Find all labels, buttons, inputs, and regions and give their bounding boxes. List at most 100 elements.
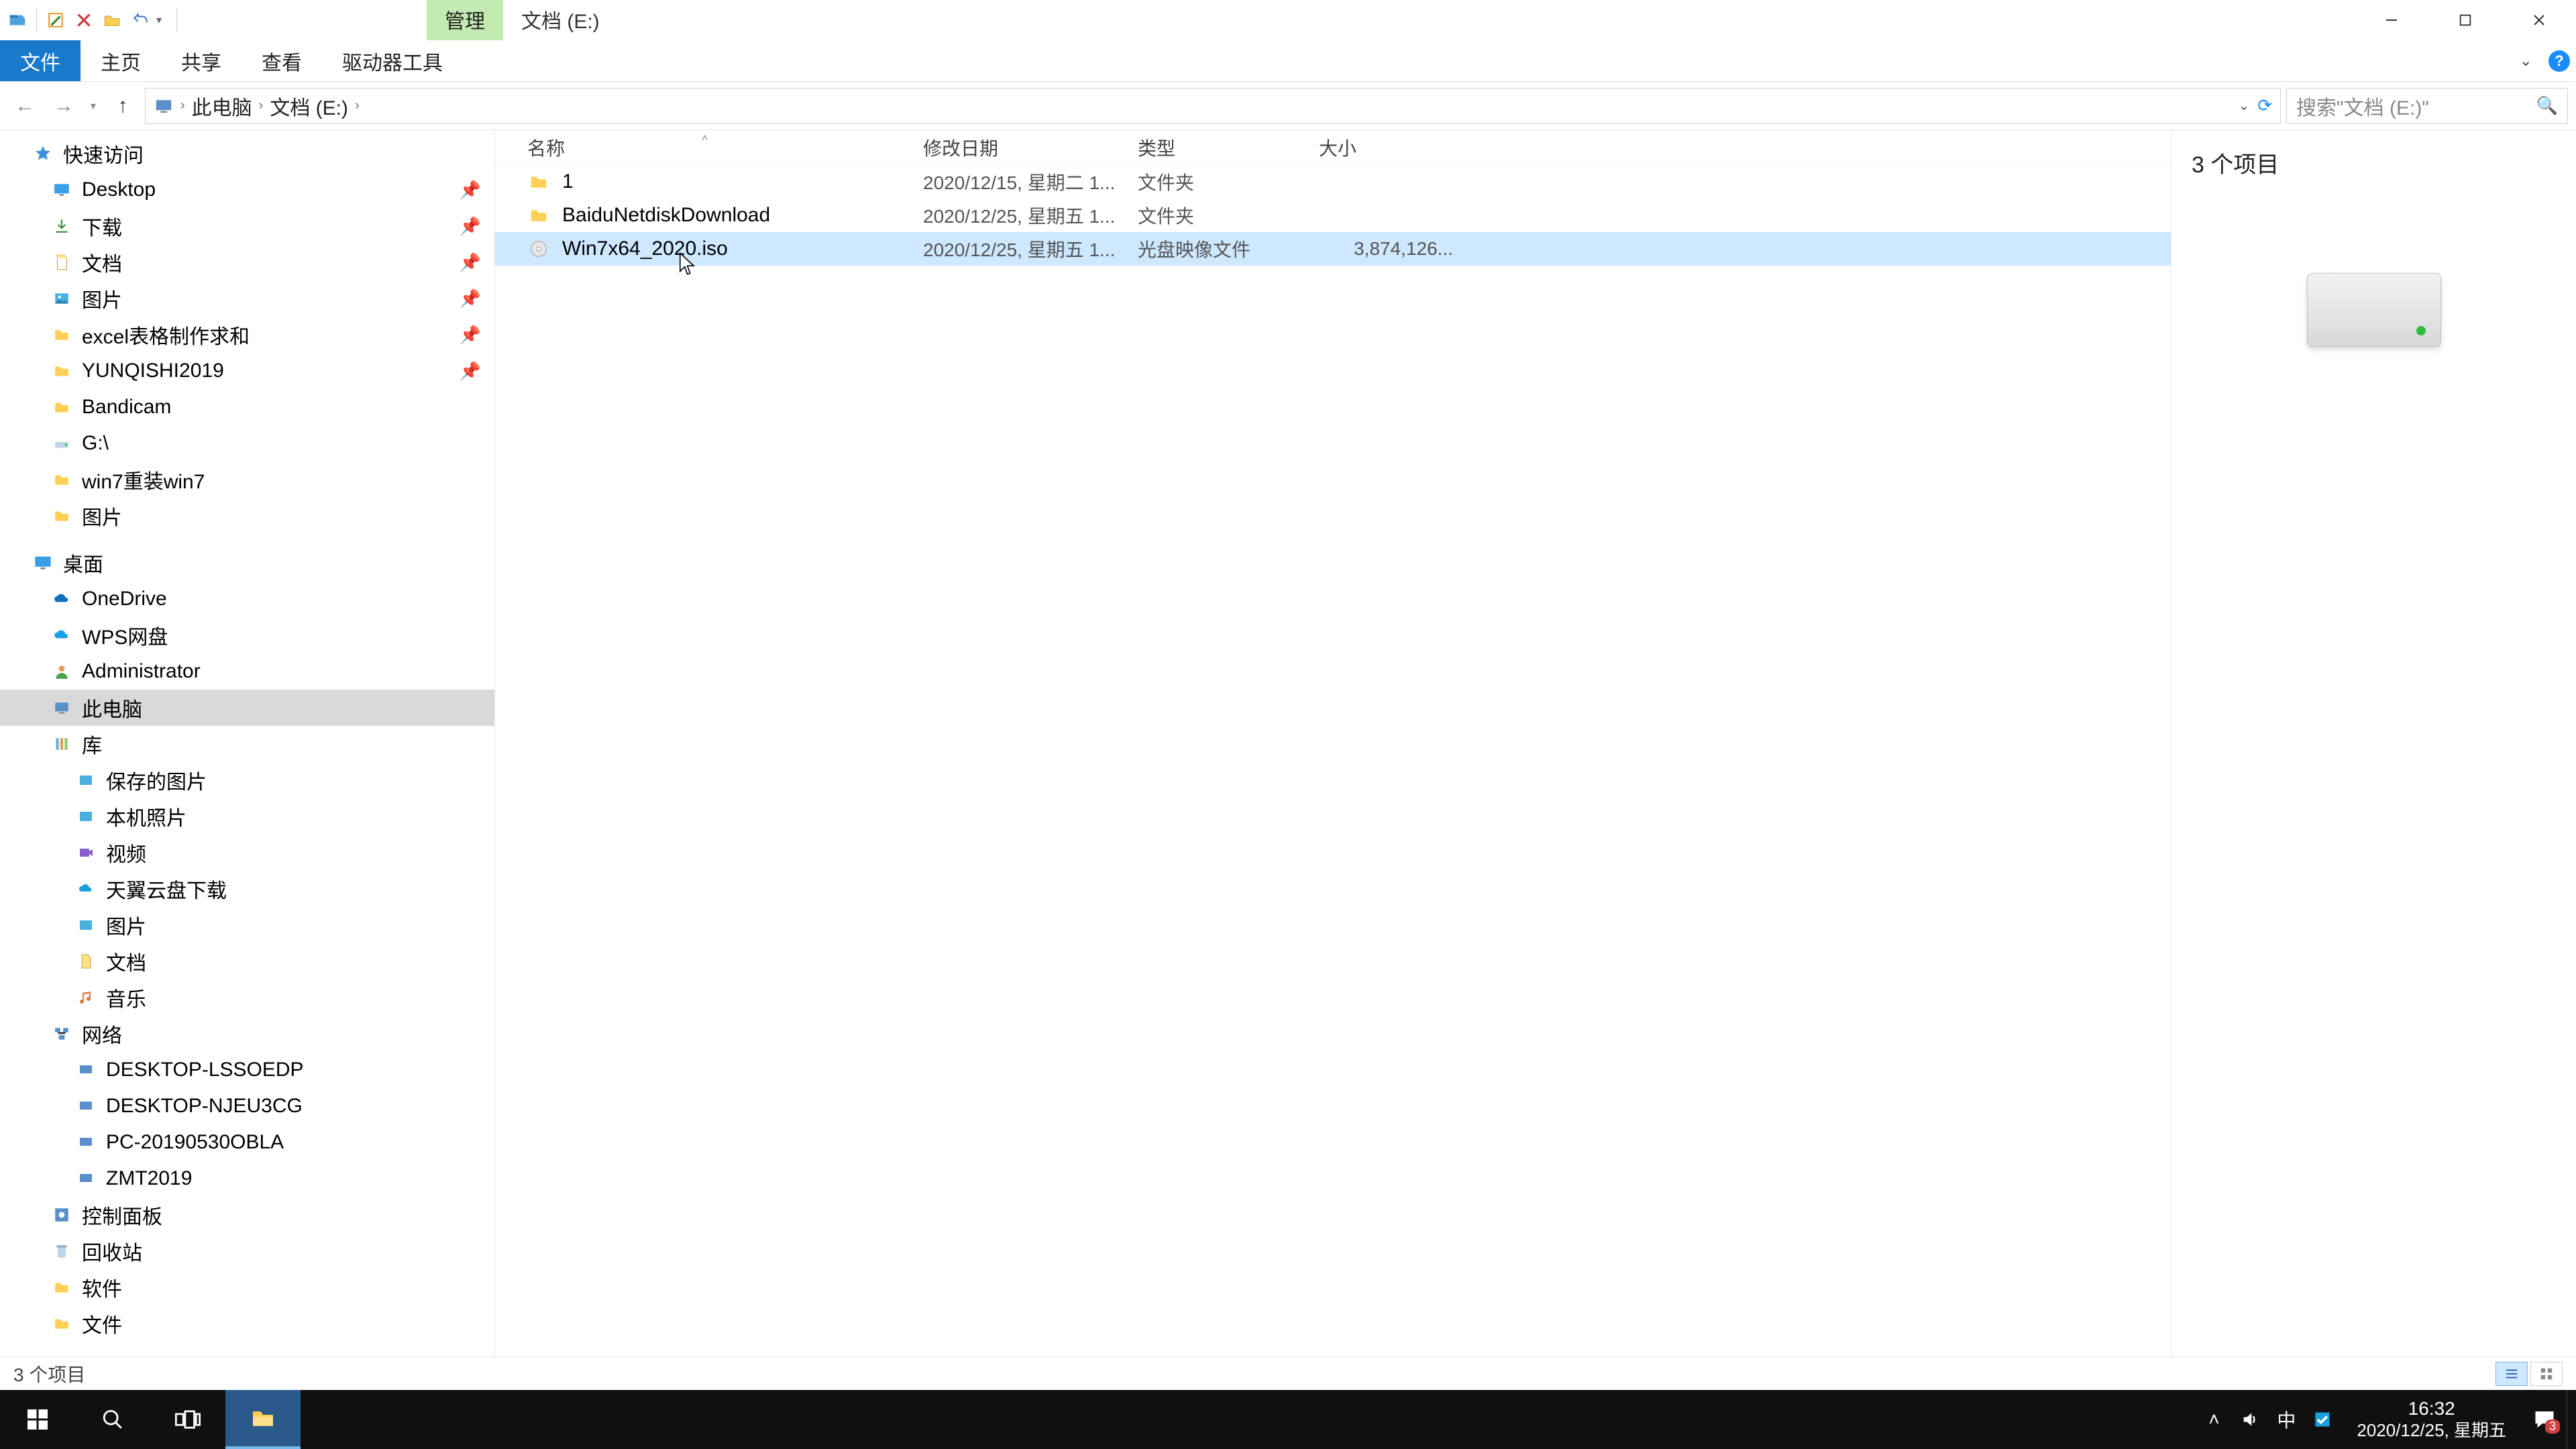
nav-pc3[interactable]: PC-20190530OBLA [0, 1124, 494, 1161]
file-row[interactable]: 12020/12/15, 星期二 1...文件夹 [495, 165, 2171, 199]
qat-new-folder-icon[interactable] [100, 8, 124, 32]
taskbar[interactable]: ˄ 中 16:32 2020/12/25, 星期五 3 [0, 1390, 2576, 1449]
close-button[interactable] [2502, 0, 2576, 40]
tray-overflow-icon[interactable]: ˄ [2196, 1390, 2232, 1449]
ime-indicator[interactable]: 中 [2268, 1390, 2304, 1449]
nav-desktop[interactable]: Desktop📌 [0, 172, 494, 208]
pictures-icon [75, 806, 97, 827]
nav-documents[interactable]: 文档📌 [0, 244, 494, 280]
nav-label: 文件 [82, 1309, 122, 1338]
contextual-tab-manage[interactable]: 管理 [427, 0, 503, 40]
nav-history-dropdown-icon[interactable]: ▾ [86, 99, 101, 113]
chevron-right-icon[interactable]: › [256, 98, 266, 113]
qat-delete-icon[interactable] [72, 8, 96, 32]
taskbar-clock[interactable]: 16:32 2020/12/25, 星期五 [2341, 1398, 2522, 1441]
nav-administrator[interactable]: Administrator [0, 653, 494, 690]
chevron-right-icon[interactable]: › [352, 98, 362, 113]
nav-onedrive[interactable]: OneDrive [0, 581, 494, 617]
nav-pictures-3[interactable]: 图片 [0, 907, 494, 943]
nav-control-panel[interactable]: 控制面板 [0, 1197, 494, 1233]
refresh-button[interactable]: ⟳ [2257, 95, 2272, 116]
app-icon[interactable] [5, 8, 30, 32]
nav-downloads[interactable]: 下载📌 [0, 208, 494, 244]
nav-yunqishi[interactable]: YUNQISHI2019📌 [0, 353, 494, 389]
chevron-right-icon[interactable]: › [178, 98, 188, 113]
tray-app-icon[interactable] [2304, 1390, 2341, 1449]
pin-icon: 📌 [460, 180, 481, 201]
ribbon-collapse-icon[interactable]: ⌄ [2509, 40, 2542, 81]
nav-label: 软件 [82, 1273, 122, 1302]
task-view-button[interactable] [150, 1390, 225, 1449]
nav-network[interactable]: 网络 [0, 1016, 494, 1052]
nav-label: 音乐 [106, 983, 146, 1012]
view-details-button[interactable] [2496, 1362, 2528, 1386]
nav-gdrive[interactable]: G:\ [0, 425, 494, 462]
column-type[interactable]: 类型 [1138, 134, 1319, 161]
qat-undo-icon[interactable] [128, 8, 152, 32]
nav-pc4[interactable]: ZMT2019 [0, 1161, 494, 1197]
start-button[interactable] [0, 1390, 75, 1449]
show-desktop-button[interactable] [2567, 1390, 2576, 1449]
nav-documents-2[interactable]: 文档 [0, 943, 494, 979]
nav-videos[interactable]: 视频 [0, 835, 494, 871]
column-name[interactable]: 名称˄ [527, 134, 923, 161]
pin-icon: 📌 [460, 361, 481, 382]
nav-up-button[interactable]: ↑ [106, 89, 140, 123]
nav-desktop-group[interactable]: 桌面 [0, 545, 494, 581]
nav-wps[interactable]: WPS网盘 [0, 617, 494, 653]
nav-files[interactable]: 文件 [0, 1305, 494, 1342]
nav-pc2[interactable]: DESKTOP-NJEU3CG [0, 1088, 494, 1124]
file-date: 2020/12/15, 星期二 1... [923, 168, 1138, 195]
ribbon-tab-file[interactable]: 文件 [0, 40, 80, 81]
nav-win7reinstall[interactable]: win7重装win7 [0, 462, 494, 498]
column-size[interactable]: 大小 [1319, 134, 1453, 161]
search-button[interactable] [75, 1390, 150, 1449]
pc-icon [75, 1168, 97, 1189]
breadcrumb-this-pc[interactable]: 此电脑 [192, 91, 252, 121]
help-button[interactable]: ? [2542, 40, 2576, 81]
nav-pictures[interactable]: 图片📌 [0, 280, 494, 317]
nav-bandicam[interactable]: Bandicam [0, 389, 494, 425]
breadcrumb[interactable]: › 此电脑 › 文档 (E:) › ⌄ ⟳ [145, 88, 2281, 124]
qat-properties-icon[interactable] [44, 8, 68, 32]
navigation-pane[interactable]: 快速访问 Desktop📌 下载📌 文档📌 图片📌 excel表格制作求和📌 Y… [0, 130, 495, 1356]
breadcrumb-current[interactable]: 文档 (E:) [270, 91, 348, 121]
ribbon-tab-home[interactable]: 主页 [80, 40, 161, 81]
action-center-button[interactable]: 3 [2522, 1390, 2567, 1449]
nav-camera-roll[interactable]: 本机照片 [0, 798, 494, 835]
nav-recycle-bin[interactable]: 回收站 [0, 1233, 494, 1269]
view-thumbnails-button[interactable] [2530, 1362, 2563, 1386]
pictures-icon [75, 914, 97, 936]
video-icon [75, 842, 97, 863]
nav-excel-folder[interactable]: excel表格制作求和📌 [0, 317, 494, 353]
nav-saved-pictures[interactable]: 保存的图片 [0, 762, 494, 798]
column-date[interactable]: 修改日期 [923, 134, 1138, 161]
search-input[interactable]: 搜索"文档 (E:)" 🔍 [2286, 88, 2568, 124]
ribbon-tab-drivetools[interactable]: 驱动器工具 [322, 40, 463, 81]
breadcrumb-pc-icon[interactable] [154, 96, 174, 116]
nav-this-pc[interactable]: 此电脑 [0, 690, 494, 726]
nav-tianyi[interactable]: 天翼云盘下载 [0, 871, 494, 907]
nav-pictures-2[interactable]: 图片 [0, 498, 494, 534]
file-row[interactable]: Win7x64_2020.iso2020/12/25, 星期五 1...光盘映像… [495, 232, 2171, 266]
search-icon[interactable]: 🔍 [2536, 95, 2558, 116]
nav-music[interactable]: 音乐 [0, 979, 494, 1016]
nav-libraries[interactable]: 库 [0, 726, 494, 762]
minimize-button[interactable] [2355, 0, 2428, 40]
nav-quick-access[interactable]: 快速访问 [0, 136, 494, 172]
cloud-icon [75, 878, 97, 900]
ribbon-tab-view[interactable]: 查看 [241, 40, 322, 81]
maximize-button[interactable] [2428, 0, 2502, 40]
file-row[interactable]: BaiduNetdiskDownload2020/12/25, 星期五 1...… [495, 199, 2171, 232]
volume-icon[interactable] [2232, 1390, 2268, 1449]
nav-pc1[interactable]: DESKTOP-LSSOEDP [0, 1052, 494, 1088]
nav-label: DESKTOP-NJEU3CG [106, 1095, 303, 1118]
qat-dropdown-icon[interactable]: ▾ [156, 13, 170, 27]
nav-back-button[interactable]: ← [8, 89, 42, 123]
nav-software[interactable]: 软件 [0, 1269, 494, 1305]
address-dropdown-icon[interactable]: ⌄ [2238, 97, 2249, 114]
pictures-icon [51, 288, 72, 309]
ribbon-tab-share[interactable]: 共享 [161, 40, 241, 81]
column-headers[interactable]: 名称˄ 修改日期 类型 大小 [495, 130, 2171, 165]
taskbar-file-explorer[interactable] [225, 1390, 301, 1449]
